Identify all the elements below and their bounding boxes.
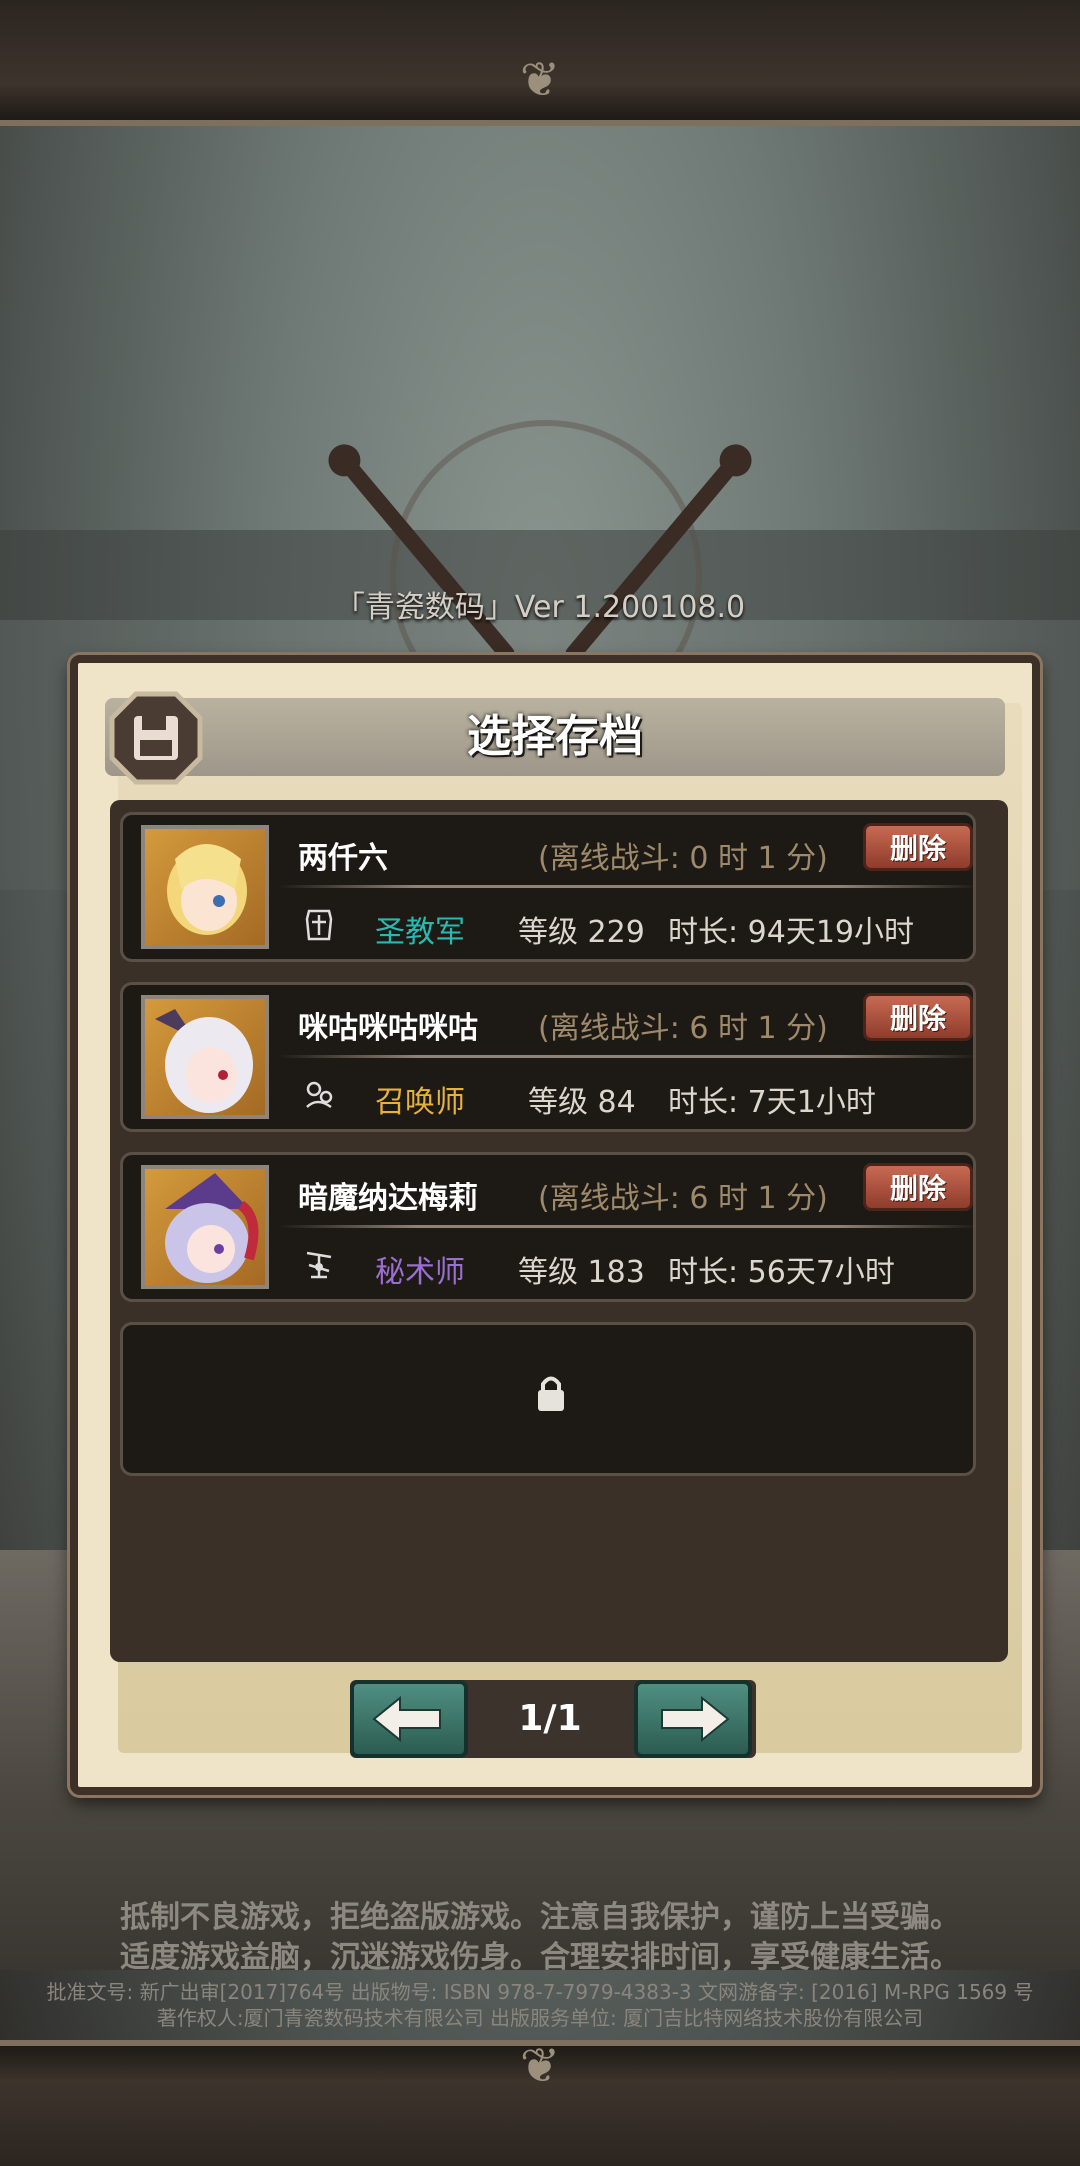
class-name: 召唤师 [375, 1085, 465, 1120]
next-page-button[interactable] [634, 1680, 752, 1758]
delete-button[interactable]: 删除 [863, 1163, 973, 1211]
bottom-frame: ❦ [0, 2038, 1080, 2166]
dialog-title: 选择存档 [467, 711, 643, 762]
prev-page-button[interactable] [350, 1680, 468, 1758]
arrow-left-icon [372, 1695, 441, 1743]
character-name: 暗魔纳达梅莉 [298, 1181, 478, 1216]
offline-battle-time: (离线战斗: 6 时 1 分) [538, 1011, 828, 1046]
play-duration: 时长: 7天1小时 [668, 1085, 876, 1120]
floppy-disk-icon [109, 691, 203, 785]
character-level: 等级 84 [528, 1085, 636, 1120]
class-name: 圣教军 [375, 915, 465, 950]
locked-save-slot[interactable] [120, 1322, 976, 1476]
ornament-icon: ❦ [519, 2038, 561, 2094]
ornament-icon: ❦ [519, 52, 561, 108]
character-portrait [141, 825, 269, 949]
play-duration: 时长: 56天7小时 [668, 1255, 895, 1290]
divider [278, 1225, 978, 1228]
page-indicator: 1/1 [518, 1698, 582, 1739]
health-notice-line1: 抵制不良游戏，拒绝盗版游戏。注意自我保护，谨防上当受骗。 [120, 1900, 960, 1935]
version-label: 「青瓷数码」Ver 1.200108.0 [334, 590, 746, 625]
delete-button[interactable]: 删除 [863, 993, 973, 1041]
character-name: 两仟六 [298, 841, 388, 876]
class-name: 秘术师 [375, 1255, 465, 1290]
offline-battle-time: (离线战斗: 6 时 1 分) [538, 1181, 828, 1216]
character-level: 等级 183 [518, 1255, 645, 1290]
character-name: 咪咕咪咕咪咕 [298, 1011, 478, 1046]
lock-icon [538, 1376, 564, 1411]
divider [278, 885, 978, 888]
divider [278, 1055, 978, 1058]
arcanist-icon [306, 1251, 332, 1279]
play-duration: 时长: 94天19小时 [668, 915, 914, 950]
top-frame: ❦ [0, 0, 1080, 126]
legal-info-line2: 著作权人:厦门青瓷数码技术有限公司 出版服务单位: 厦门吉比特网络技术股份有限公… [156, 2006, 924, 2030]
delete-button[interactable]: 删除 [863, 823, 973, 871]
save-slot[interactable]: 暗魔纳达梅莉 (离线战斗: 6 时 1 分) 删除 秘术师 等级 183 时长:… [120, 1152, 978, 1302]
summoner-icon [306, 1081, 333, 1109]
legal-info-line1: 批准文号: 新广出审[2017]764号 出版物号: ISBN 978-7-79… [46, 1980, 1034, 2004]
offline-battle-time: (离线战斗: 0 时 1 分) [538, 841, 828, 876]
character-level: 等级 229 [518, 915, 645, 950]
save-slot[interactable]: 两仟六 (离线战斗: 0 时 1 分) 删除 圣教军 等级 229 时长: 94… [120, 812, 978, 962]
arrow-right-icon [661, 1695, 730, 1743]
save-slot[interactable]: 咪咕咪咕咪咕 (离线战斗: 6 时 1 分) 删除 召唤师 等级 84 时长: … [120, 982, 978, 1132]
character-portrait [141, 995, 269, 1119]
character-portrait [141, 1165, 269, 1289]
health-notice-line2: 适度游戏益脑，沉迷游戏伤身。合理安排时间，享受健康生活。 [120, 1940, 960, 1975]
crusader-shield-icon [305, 909, 333, 941]
